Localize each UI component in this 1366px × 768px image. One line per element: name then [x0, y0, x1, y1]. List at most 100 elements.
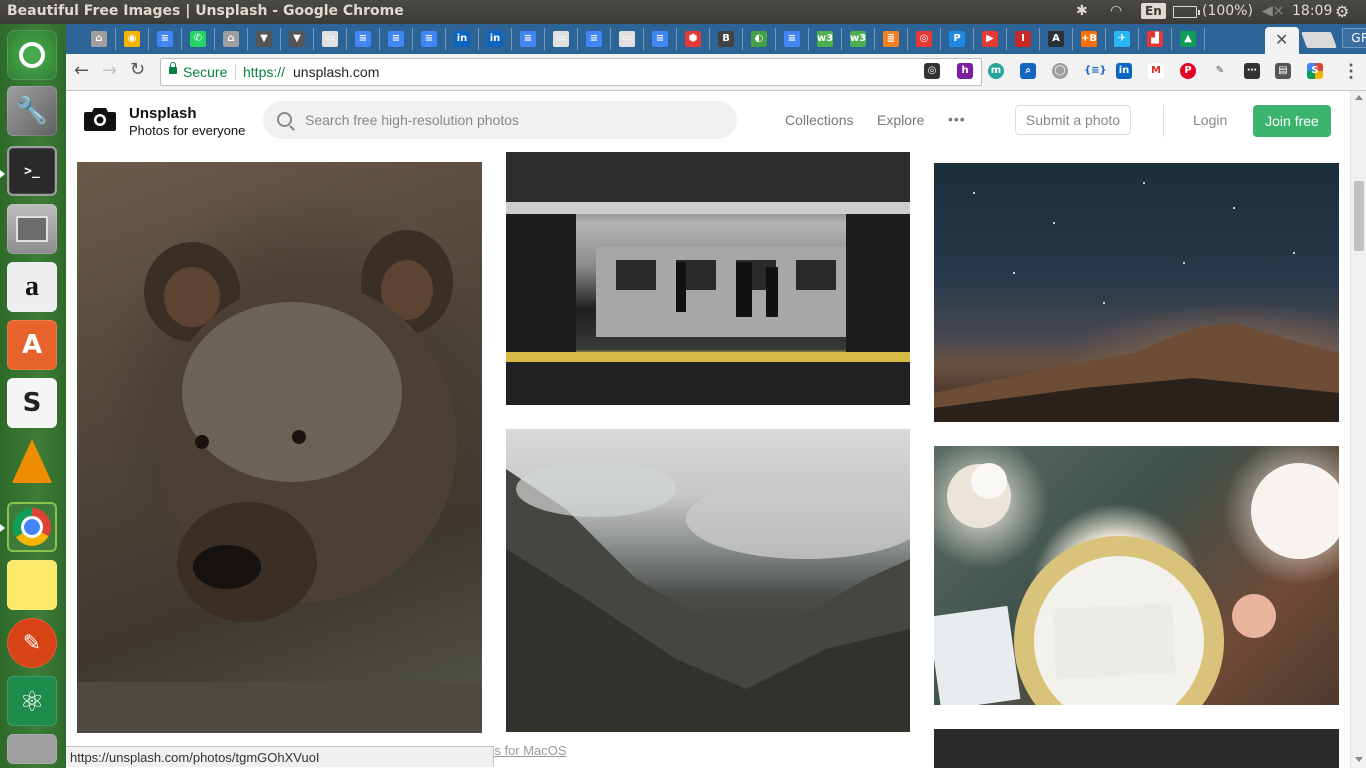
- linkedin-extension-icon[interactable]: in: [1116, 63, 1132, 79]
- pinterest-extension-icon[interactable]: P: [1180, 63, 1196, 79]
- new-tab-button[interactable]: [1301, 32, 1337, 48]
- clock[interactable]: 18:09: [1292, 3, 1332, 19]
- system-settings-icon[interactable]: 🔧: [7, 86, 57, 136]
- login-link[interactable]: Login: [1193, 112, 1227, 128]
- pen-extension-icon[interactable]: ✎: [1212, 63, 1228, 79]
- wifi-icon[interactable]: ◠: [1110, 3, 1122, 19]
- tab-google-docs-icon[interactable]: ≡: [388, 31, 404, 47]
- tab-google-docs-icon[interactable]: ≡: [520, 31, 536, 47]
- trash-icon[interactable]: [7, 734, 57, 764]
- tab-blank-page-icon[interactable]: ▭: [619, 31, 635, 47]
- tab-blank-page-icon[interactable]: ▭: [553, 31, 569, 47]
- circle-extension-icon[interactable]: ◯: [1052, 63, 1068, 79]
- scroll-down-arrow-icon[interactable]: [1355, 757, 1363, 762]
- tab-whatsapp-icon[interactable]: ✆: [190, 31, 206, 47]
- search-extension-icon[interactable]: ⌕: [1020, 63, 1036, 79]
- photo-foggy-mountains[interactable]: [506, 429, 910, 732]
- tab-p-box-icon[interactable]: P: [949, 31, 965, 47]
- tab-red-swirl-icon[interactable]: ◎: [916, 31, 932, 47]
- tab-google-chrome-icon[interactable]: ◉: [124, 31, 140, 47]
- terminal-icon[interactable]: >_: [7, 146, 57, 196]
- tab-opera-i-icon[interactable]: I: [1015, 31, 1031, 47]
- top-panel: Beautiful Free Images | Unsplash - Googl…: [0, 0, 1366, 24]
- tab-down-arrow-icon[interactable]: ▼: [256, 31, 272, 47]
- amazon-icon[interactable]: a: [7, 262, 57, 312]
- photo-subway-platform[interactable]: [506, 152, 910, 405]
- power-gear-icon[interactable]: ⚙: [1335, 2, 1349, 21]
- nav-collections[interactable]: Collections: [785, 112, 853, 128]
- tab-google-docs-icon[interactable]: ≡: [355, 31, 371, 47]
- scrollbar-thumb[interactable]: [1354, 181, 1364, 251]
- tab-down-arrow-icon[interactable]: ▼: [289, 31, 305, 47]
- color-picker-icon[interactable]: ✎: [7, 618, 57, 668]
- photo-night-hill[interactable]: [934, 163, 1339, 422]
- profile-button[interactable]: GRANTON: [1342, 28, 1366, 48]
- google-chrome-icon[interactable]: [7, 502, 57, 552]
- forward-button[interactable]: →: [102, 60, 117, 81]
- tab-w3-icon[interactable]: w3: [850, 31, 866, 47]
- search-box[interactable]: [263, 101, 737, 139]
- tab-unsplash-active[interactable]: ✕: [1265, 27, 1299, 54]
- settings-icon[interactable]: ✱: [1076, 3, 1088, 19]
- battery-icon[interactable]: [1173, 6, 1200, 18]
- keyboard-language[interactable]: En: [1141, 3, 1166, 19]
- json-extension-icon[interactable]: {≡}: [1084, 63, 1107, 79]
- tab-green-circle-icon[interactable]: ◐: [751, 31, 767, 47]
- search-input[interactable]: [305, 101, 725, 139]
- sticky-notes-icon[interactable]: [7, 560, 57, 610]
- tab-a-serif-icon[interactable]: A: [1048, 31, 1064, 47]
- slack-icon[interactable]: S: [7, 378, 57, 428]
- scroll-up-arrow-icon[interactable]: [1355, 95, 1363, 100]
- tab-google-docs-icon[interactable]: ≡: [586, 31, 602, 47]
- tab-google-docs-icon[interactable]: ≡: [652, 31, 668, 47]
- film-extension-icon[interactable]: ▤: [1275, 63, 1291, 79]
- chrome-menu-icon[interactable]: ⋮: [1342, 61, 1360, 82]
- tab-linkedin-icon[interactable]: in: [454, 31, 470, 47]
- join-free-button[interactable]: Join free: [1253, 105, 1331, 137]
- dots-extension-icon[interactable]: ⋯: [1244, 63, 1260, 79]
- tab-b-box-icon[interactable]: B: [718, 31, 734, 47]
- more-options-icon[interactable]: •••: [948, 111, 966, 127]
- tab-youtube-icon[interactable]: ▶: [982, 31, 998, 47]
- ubuntu-dash-icon[interactable]: [7, 30, 57, 80]
- volume-mute-icon[interactable]: ◀×: [1262, 3, 1285, 19]
- tab-google-drive-icon[interactable]: ▲: [1180, 31, 1196, 47]
- tab-linkedin-icon[interactable]: in: [487, 31, 503, 47]
- tab-chart-icon[interactable]: ▟: [1147, 31, 1163, 47]
- vlc-icon[interactable]: [7, 436, 57, 486]
- colorful-extension-icon[interactable]: S: [1307, 63, 1323, 79]
- tab-bookmark-tree-icon[interactable]: ⌂: [223, 31, 239, 47]
- tab-google-docs-icon[interactable]: ≡: [421, 31, 437, 47]
- tab-w3-icon[interactable]: w3: [817, 31, 833, 47]
- instagram-extension-icon[interactable]: ◎: [924, 63, 940, 79]
- camera-logo-icon[interactable]: [84, 105, 116, 133]
- secure-label[interactable]: Secure: [183, 59, 227, 85]
- tab-bookmark-tree-icon[interactable]: ⌂: [91, 31, 107, 47]
- atom-icon[interactable]: ⚛: [7, 676, 57, 726]
- m-extension-icon[interactable]: m: [988, 63, 1004, 79]
- tab-bird-icon[interactable]: ✈: [1114, 31, 1130, 47]
- back-button[interactable]: ←: [74, 60, 89, 81]
- brand-name[interactable]: Unsplash: [129, 105, 197, 122]
- page-scrollbar[interactable]: [1350, 91, 1366, 768]
- files-icon[interactable]: [7, 204, 57, 254]
- photo-partial-next[interactable]: [934, 729, 1339, 768]
- photo-credit-link[interactable]: rs for MacOS: [490, 743, 567, 758]
- close-tab-icon[interactable]: ✕: [1275, 30, 1288, 50]
- nav-explore[interactable]: Explore: [877, 112, 924, 128]
- tab-red-hexagon-icon[interactable]: ⬢: [685, 31, 701, 47]
- lock-icon[interactable]: [169, 62, 177, 74]
- gmail-extension-icon[interactable]: M: [1148, 63, 1164, 79]
- submit-photo-button[interactable]: Submit a photo: [1015, 105, 1131, 135]
- software-center-icon[interactable]: A: [7, 320, 57, 370]
- address-bar[interactable]: Secure https:// unsplash.com ☆: [160, 58, 982, 86]
- tab-stackoverflow-icon[interactable]: ≣: [883, 31, 899, 47]
- tab-blank-page-icon[interactable]: ▭: [322, 31, 338, 47]
- photo-bear[interactable]: [77, 162, 482, 733]
- reload-button[interactable]: ↻: [130, 59, 145, 80]
- h-extension-icon[interactable]: h: [957, 63, 973, 79]
- tab-google-docs-icon[interactable]: ≡: [784, 31, 800, 47]
- tab-google-docs-icon[interactable]: ≡: [157, 31, 173, 47]
- tab-+b-icon[interactable]: +B: [1081, 31, 1097, 47]
- photo-wedding-table[interactable]: [934, 446, 1339, 705]
